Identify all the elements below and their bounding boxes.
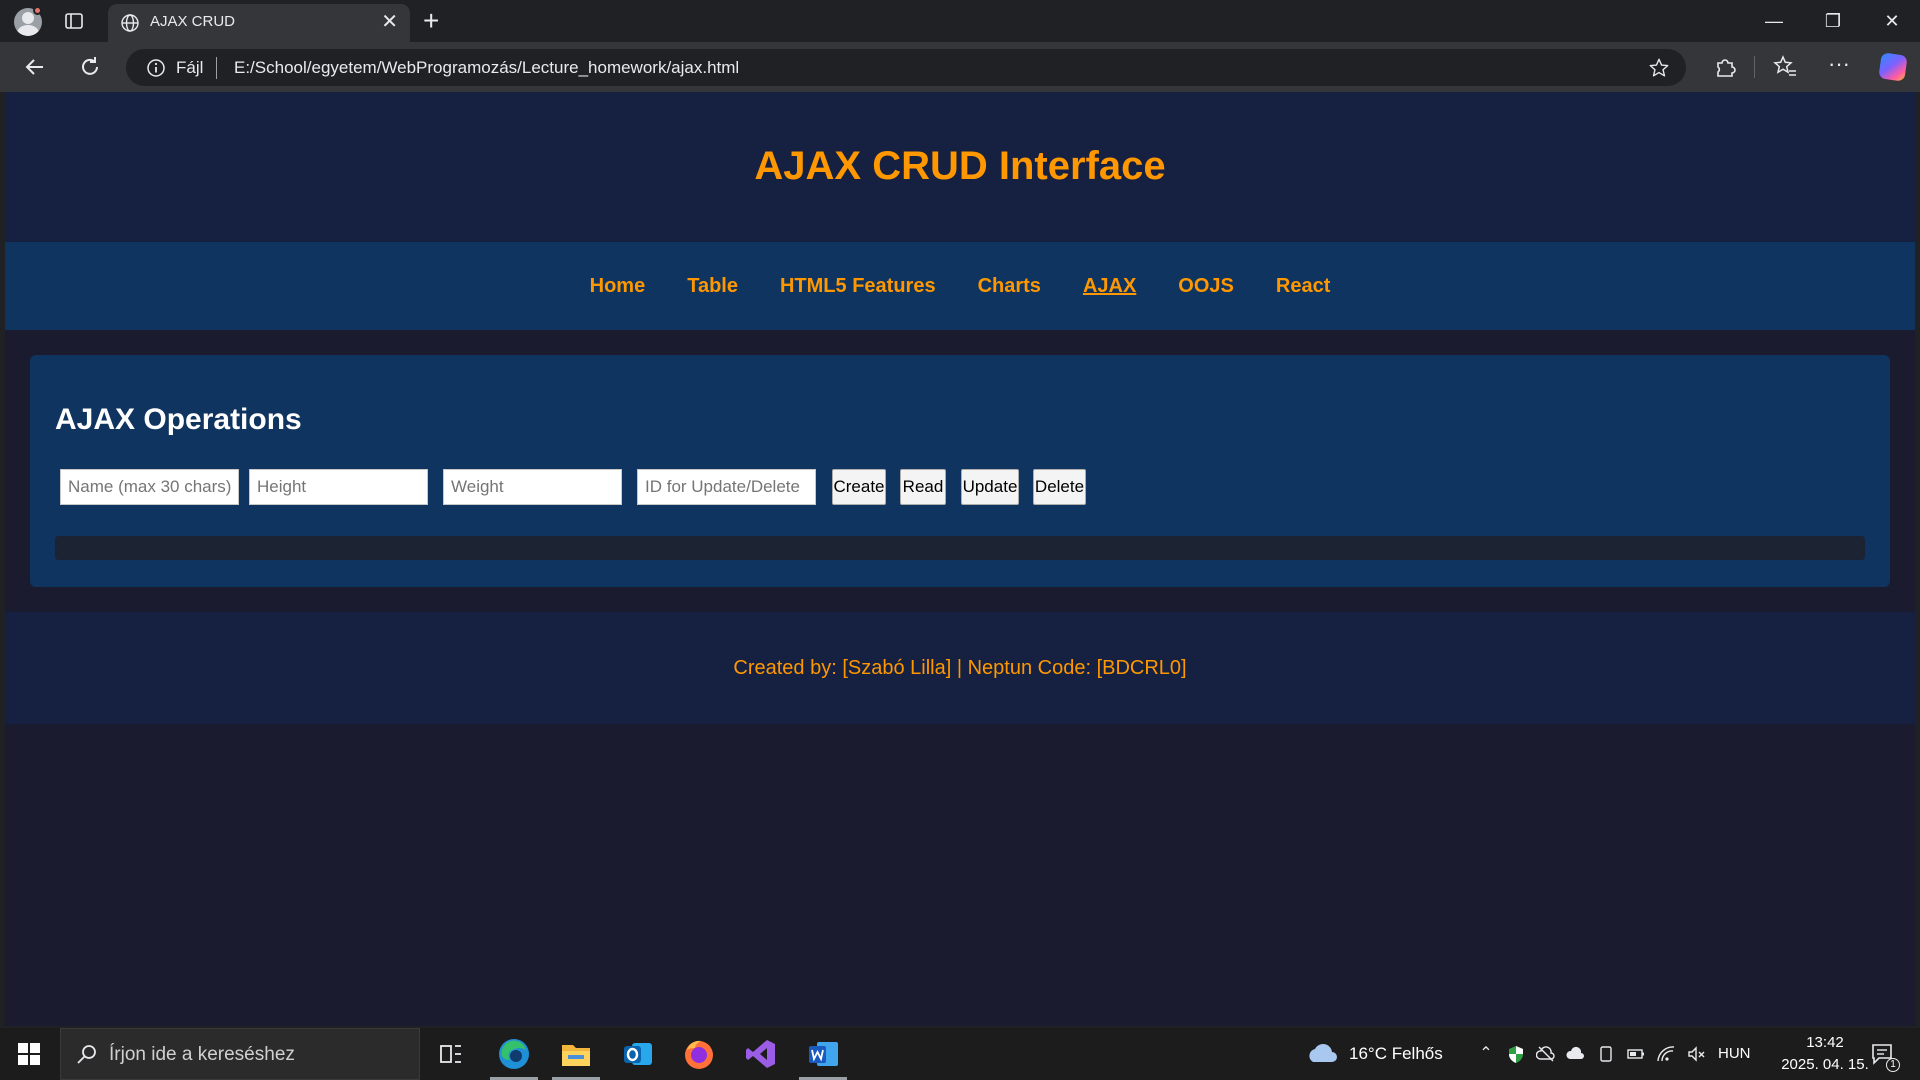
ajax-operations-card: AJAX Operations Create Read Update Delet… [30, 355, 1890, 587]
taskbar: Írjon ide a kereséshez 16°C Felhős ⌃ HUN… [0, 1028, 1920, 1080]
browser-tab[interactable]: AJAX CRUD ✕ [108, 4, 410, 42]
extensions-icon[interactable] [1712, 54, 1738, 80]
page-viewport: AJAX CRUD Interface Home Table HTML5 Fea… [5, 92, 1915, 1026]
new-tab-button[interactable]: + [423, 6, 439, 36]
battery-icon[interactable] [1626, 1044, 1646, 1064]
minimize-button[interactable]: — [1754, 8, 1794, 34]
windows-start-icon[interactable] [18, 1043, 40, 1065]
address-separator [216, 57, 217, 79]
file-explorer-icon[interactable] [558, 1036, 594, 1072]
onedrive-offline-icon[interactable] [1536, 1044, 1556, 1064]
word-icon[interactable] [805, 1036, 841, 1072]
nav-link-charts[interactable]: Charts [957, 275, 1062, 298]
notification-count-badge: 1 [1886, 1058, 1900, 1072]
close-window-button[interactable]: ✕ [1872, 8, 1912, 34]
main-nav: Home Table HTML5 Features Charts AJAX OO… [5, 242, 1915, 330]
refresh-icon[interactable] [75, 52, 105, 82]
site-info-icon[interactable] [146, 58, 166, 78]
weight-input[interactable] [443, 469, 622, 505]
site-footer: Created by: [Szabó Lilla] | Neptun Code:… [5, 612, 1915, 724]
nav-link-html5-features[interactable]: HTML5 Features [759, 275, 957, 298]
tab-close-icon[interactable]: ✕ [381, 12, 398, 32]
volume-muted-icon[interactable] [1686, 1044, 1706, 1064]
restore-button[interactable]: ❐ [1813, 8, 1853, 34]
firefox-icon[interactable] [681, 1036, 717, 1072]
onedrive-icon[interactable] [1566, 1044, 1586, 1064]
browser-titlebar: AJAX CRUD ✕ + — ❐ ✕ [0, 0, 1920, 42]
taskbar-search[interactable]: Írjon ide a kereséshez [60, 1028, 420, 1080]
outlook-icon[interactable] [620, 1036, 656, 1072]
update-button[interactable]: Update [961, 469, 1019, 505]
name-input[interactable] [60, 469, 239, 505]
create-button[interactable]: Create [832, 469, 886, 505]
browser-toolbar: Fájl E:/School/egyetem/WebProgramozás/Le… [0, 42, 1920, 92]
page-title: AJAX CRUD Interface [754, 144, 1166, 188]
copilot-icon[interactable] [1878, 52, 1908, 82]
globe-icon [121, 14, 139, 32]
address-url[interactable]: E:/School/egyetem/WebProgramozás/Lecture… [234, 58, 739, 78]
toolbar-separator [1754, 56, 1755, 78]
tray-chevron-icon[interactable]: ⌃ [1476, 1044, 1496, 1064]
favorites-icon[interactable] [1772, 54, 1798, 80]
delete-button[interactable]: Delete [1033, 469, 1086, 505]
device-icon[interactable] [1596, 1044, 1616, 1064]
footer-credits: Created by: [Szabó Lilla] | Neptun Code:… [733, 657, 1187, 679]
site-header: AJAX CRUD Interface [5, 92, 1915, 242]
clock-time[interactable]: 13:42 [1786, 1034, 1864, 1051]
task-view-icon[interactable] [433, 1036, 469, 1072]
tab-title: AJAX CRUD [150, 13, 236, 30]
security-shield-icon[interactable] [1506, 1044, 1526, 1064]
weather-text[interactable]: 16°C Felhős [1349, 1044, 1443, 1064]
nav-link-ajax[interactable]: AJAX [1062, 275, 1157, 298]
height-input[interactable] [249, 469, 428, 505]
nav-link-home[interactable]: Home [569, 275, 667, 298]
ajax-output-area [55, 536, 1865, 560]
nav-link-oojs[interactable]: OOJS [1157, 275, 1255, 298]
read-button[interactable]: Read [900, 469, 946, 505]
language-indicator[interactable]: HUN [1718, 1045, 1751, 1062]
address-bar[interactable]: Fájl E:/School/egyetem/WebProgramozás/Le… [126, 49, 1686, 86]
search-placeholder: Írjon ide a kereséshez [109, 1044, 295, 1065]
nav-link-react[interactable]: React [1255, 275, 1351, 298]
search-icon [77, 1045, 96, 1064]
profile-notification-dot [33, 6, 42, 15]
back-arrow-icon[interactable] [20, 52, 50, 82]
address-file-label: Fájl [176, 58, 204, 77]
id-input[interactable] [637, 469, 816, 505]
visual-studio-icon[interactable] [743, 1036, 779, 1072]
edge-browser-icon[interactable] [496, 1036, 532, 1072]
favorite-star-icon[interactable] [1648, 57, 1670, 79]
more-options-icon[interactable]: ··· [1826, 53, 1852, 80]
nav-link-table[interactable]: Table [666, 275, 759, 298]
tab-actions-icon[interactable] [64, 11, 84, 31]
section-title: AJAX Operations [55, 403, 302, 436]
wifi-icon[interactable] [1656, 1044, 1676, 1064]
weather-cloud-icon[interactable] [1305, 1038, 1339, 1068]
